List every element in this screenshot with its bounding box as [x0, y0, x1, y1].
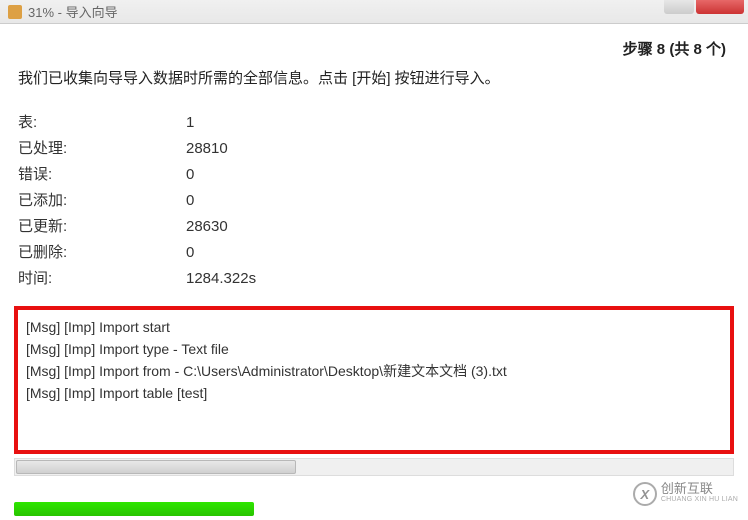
- log-line: [Msg] [Imp] Import from - C:\Users\Admin…: [26, 360, 722, 382]
- stat-row-time: 时间: 1284.322s: [18, 266, 730, 292]
- stat-value: 0: [186, 162, 730, 188]
- window-title: 31% - 导入向导: [28, 2, 118, 21]
- stat-value: 28810: [186, 136, 730, 162]
- stat-row-updated: 已更新: 28630: [18, 214, 730, 240]
- stat-row-tables: 表: 1: [18, 110, 730, 136]
- horizontal-scrollbar[interactable]: [14, 458, 734, 476]
- stat-row-deleted: 已删除: 0: [18, 240, 730, 266]
- log-line: [Msg] [Imp] Import start: [26, 316, 722, 338]
- stat-value: 28630: [186, 214, 730, 240]
- stat-value: 1284.322s: [186, 266, 730, 292]
- stats-panel: 表: 1 已处理: 28810 错误: 0 已添加: 0 已更新: 28630 …: [0, 100, 748, 292]
- app-icon: [8, 5, 22, 19]
- stat-label: 错误:: [18, 162, 186, 188]
- stat-value: 0: [186, 240, 730, 266]
- stat-label: 已处理:: [18, 136, 186, 162]
- stat-row-errors: 错误: 0: [18, 162, 730, 188]
- watermark: X 创新互联 CHUANG XIN HU LIAN: [633, 482, 738, 506]
- watermark-cn: 创新互联: [661, 483, 738, 494]
- window-controls: [664, 0, 744, 14]
- stat-value: 1: [186, 110, 730, 136]
- stat-row-processed: 已处理: 28810: [18, 136, 730, 162]
- close-button[interactable]: [696, 0, 744, 14]
- stat-label: 已添加:: [18, 188, 186, 214]
- scrollbar-thumb[interactable]: [16, 460, 296, 474]
- log-textarea[interactable]: [Msg] [Imp] Import start [Msg] [Imp] Imp…: [20, 312, 728, 448]
- wizard-description: 我们已收集向导导入数据时所需的全部信息。点击 [开始] 按钮进行导入。: [0, 59, 748, 100]
- stat-label: 时间:: [18, 266, 186, 292]
- stat-row-added: 已添加: 0: [18, 188, 730, 214]
- progress-bar: [14, 502, 254, 516]
- stat-label: 已更新:: [18, 214, 186, 240]
- log-line: [Msg] [Imp] Import table [test]: [26, 382, 722, 404]
- stat-value: 0: [186, 188, 730, 214]
- window-titlebar: 31% - 导入向导: [0, 0, 748, 24]
- watermark-en: CHUANG XIN HU LIAN: [661, 494, 738, 505]
- log-line: [Msg] [Imp] Import type - Text file: [26, 338, 722, 360]
- stat-label: 已删除:: [18, 240, 186, 266]
- step-indicator: 步骤 8 (共 8 个): [0, 24, 748, 59]
- watermark-icon: X: [633, 482, 657, 506]
- log-highlight-box: [Msg] [Imp] Import start [Msg] [Imp] Imp…: [14, 306, 734, 454]
- minimize-button[interactable]: [664, 0, 694, 14]
- stat-label: 表:: [18, 110, 186, 136]
